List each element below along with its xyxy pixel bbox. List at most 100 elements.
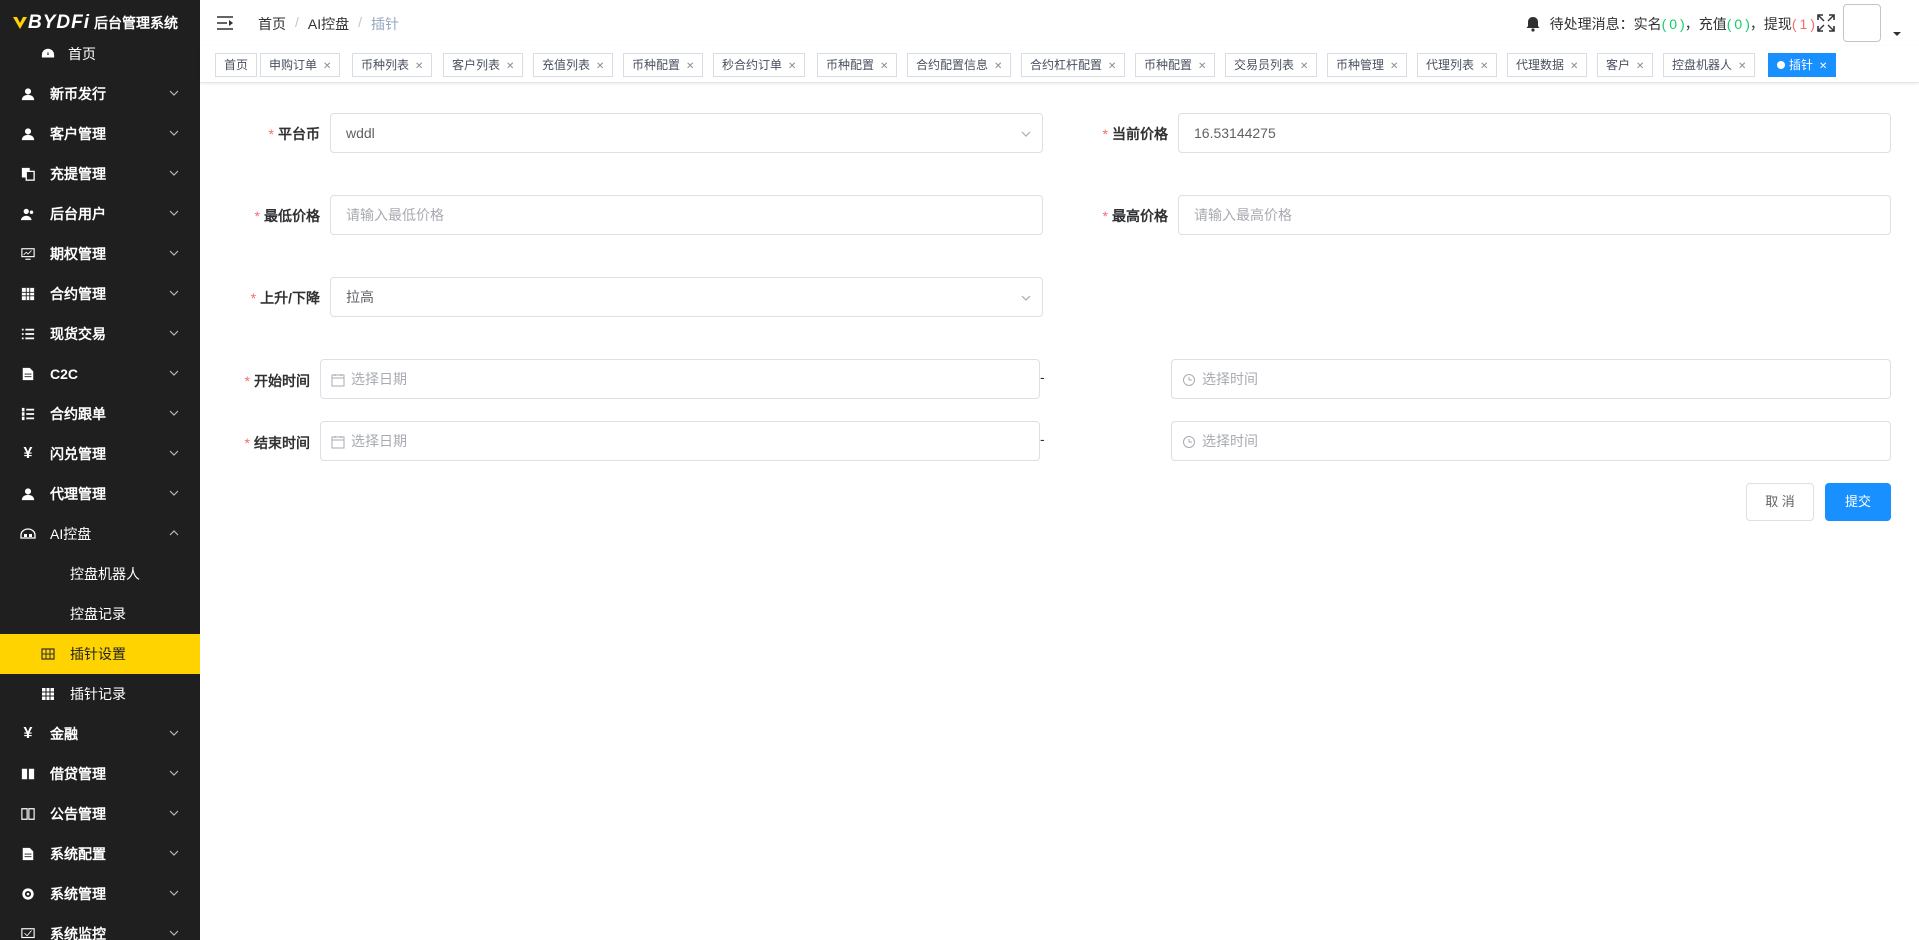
sidebar-item-system-config[interactable]: 系统配置 — [0, 834, 200, 874]
sidebar-item-label: 新币发行 — [50, 86, 106, 102]
sidebar-item-label: C2C — [50, 366, 79, 382]
close-icon[interactable]: ✕ — [1198, 61, 1206, 72]
tag-contract-leverage-config[interactable]: 合约杠杆配置 ✕ — [1021, 53, 1126, 77]
recharge-count[interactable]: 0 — [1734, 16, 1742, 32]
tag-label: 币种配置 — [1144, 58, 1193, 72]
breadcrumb-home[interactable]: 首页 — [258, 14, 286, 34]
direction-select[interactable]: 拉高 — [330, 277, 1043, 317]
chevron-down-icon — [169, 410, 179, 416]
sidebar-item-deposit-withdraw[interactable]: 充提管理 — [0, 154, 200, 194]
end-time-picker[interactable]: 选择时间 — [1171, 421, 1891, 461]
sidebar-subitem-control-robot[interactable]: 控盘机器人 — [0, 554, 200, 594]
close-icon[interactable]: ✕ — [1570, 61, 1578, 72]
sidebar-item-system-management[interactable]: 系统管理 — [0, 874, 200, 914]
close-icon[interactable]: ✕ — [1390, 61, 1398, 72]
end-date-picker[interactable]: 选择日期 — [320, 421, 1040, 461]
close-icon[interactable]: ✕ — [788, 61, 796, 72]
tag-agent-list[interactable]: 代理列表 ✕ — [1417, 53, 1498, 77]
sidebar-item-customers[interactable]: 客户管理 — [0, 114, 200, 154]
close-icon[interactable]: ✕ — [1819, 61, 1827, 72]
user-icon — [20, 86, 36, 102]
hamburger-icon[interactable] — [216, 14, 234, 32]
close-icon[interactable]: ✕ — [1480, 61, 1488, 72]
sidebar-item-label: AI控盘 — [50, 526, 92, 542]
tags-view: 首页 申购订单 ✕ 币种列表 ✕ 客户列表 ✕ 充值列表 ✕ 币种配置 ✕ 秒合约订单 ✕ … — [200, 46, 1919, 83]
submit-button[interactable]: 提交 — [1825, 483, 1891, 521]
fullscreen-icon[interactable] — [1817, 14, 1835, 32]
sidebar-item-spot[interactable]: 现货交易 — [0, 314, 200, 354]
min-price-input[interactable]: 请输入最低价格 — [330, 195, 1043, 235]
tag-coin-config[interactable]: 币种配置 ✕ — [623, 53, 704, 77]
sidebar-item-home[interactable]: 首页 — [0, 34, 200, 74]
sidebar-item-finance[interactable]: ¥ 金融 — [0, 714, 200, 754]
close-icon[interactable]: ✕ — [1738, 61, 1746, 72]
sidebar-subitem-control-records[interactable]: 控盘记录 — [0, 594, 200, 634]
platform-coin-label-text: 平台币 — [278, 126, 320, 142]
close-icon[interactable]: ✕ — [1300, 61, 1308, 72]
start-time-picker[interactable]: 选择时间 — [1171, 359, 1891, 399]
sidebar-item-label: 充提管理 — [50, 166, 106, 182]
tag-recharge-list[interactable]: 充值列表 ✕ — [533, 53, 614, 77]
tag-coin-config[interactable]: 币种配置 ✕ — [817, 53, 898, 77]
breadcrumb-separator: / — [358, 14, 363, 30]
tag-coin-list[interactable]: 币种列表 ✕ — [352, 53, 433, 77]
tag-label: 合约杠杆配置 — [1030, 58, 1103, 72]
sidebar-item-contracts[interactable]: 合约管理 — [0, 274, 200, 314]
sidebar-item-new-coin[interactable]: 新币发行 — [0, 74, 200, 114]
sidebar-item-options[interactable]: 期权管理 — [0, 234, 200, 274]
monitor-icon — [20, 246, 36, 262]
close-icon[interactable]: ✕ — [506, 61, 514, 72]
tag-coin-management[interactable]: 币种管理 ✕ — [1327, 53, 1408, 77]
sidebar-item-label: 借贷管理 — [50, 766, 106, 782]
min-price-label: * 最低价格 — [240, 206, 320, 226]
tag-control-robot[interactable]: 控盘机器人 ✕ — [1663, 53, 1756, 77]
tag-customer[interactable]: 客户 ✕ — [1597, 53, 1654, 77]
required-mark: * — [250, 290, 257, 306]
bydfi-logo-icon — [12, 15, 28, 31]
withdraw-count-paren-close: ) — [1810, 16, 1815, 32]
close-icon[interactable]: ✕ — [1636, 61, 1644, 72]
close-icon[interactable]: ✕ — [994, 61, 1002, 72]
max-price-input[interactable]: 请输入最高价格 — [1178, 195, 1891, 235]
start-date-picker[interactable]: 选择日期 — [320, 359, 1040, 399]
users-icon — [20, 206, 36, 222]
chevron-down-icon — [169, 330, 179, 336]
caret-down-icon[interactable] — [1893, 30, 1901, 38]
tag-second-contract-orders[interactable]: 秒合约订单 ✕ — [713, 53, 806, 77]
tag-subscribe-orders[interactable]: 申购订单 ✕ — [260, 53, 341, 77]
close-icon[interactable]: ✕ — [1108, 61, 1116, 72]
required-mark: * — [244, 373, 250, 389]
avatar[interactable] — [1843, 4, 1881, 42]
close-icon[interactable]: ✕ — [415, 61, 423, 72]
platform-coin-select[interactable]: wddl — [330, 113, 1043, 153]
tag-spike-active[interactable]: 插针 ✕ — [1768, 53, 1837, 77]
close-icon[interactable]: ✕ — [596, 61, 604, 72]
withdraw-count[interactable]: 1 — [1800, 16, 1808, 32]
tag-customer-list[interactable]: 客户列表 ✕ — [443, 53, 524, 77]
sidebar-item-announcements[interactable]: 公告管理 — [0, 794, 200, 834]
close-icon[interactable]: ✕ — [880, 61, 888, 72]
tag-home[interactable]: 首页 — [215, 53, 258, 77]
sidebar-item-system-monitor[interactable]: 系统监控 — [0, 914, 200, 940]
sidebar-subitem-spike-records[interactable]: 插针记录 — [0, 674, 200, 714]
sidebar-subitem-spike-settings[interactable]: 插针设置 — [0, 634, 200, 674]
cancel-button[interactable]: 取 消 — [1746, 483, 1814, 521]
sidebar-item-copy-trading[interactable]: 合约跟单 — [0, 394, 200, 434]
sidebar-item-flash-exchange[interactable]: ¥ 闪兑管理 — [0, 434, 200, 474]
sidebar-item-lending[interactable]: 借贷管理 — [0, 754, 200, 794]
tag-trader-list[interactable]: 交易员列表 ✕ — [1225, 53, 1318, 77]
tag-contract-config-info[interactable]: 合约配置信息 ✕ — [907, 53, 1012, 77]
tag-agent-data[interactable]: 代理数据 ✕ — [1507, 53, 1588, 77]
sidebar-item-agents[interactable]: 代理管理 — [0, 474, 200, 514]
close-icon[interactable]: ✕ — [686, 61, 694, 72]
tag-coin-config[interactable]: 币种配置 ✕ — [1135, 53, 1216, 77]
sidebar-item-ai-control[interactable]: AI控盘 — [0, 514, 200, 554]
sidebar-scrollbar[interactable] — [194, 0, 200, 940]
pending-messages[interactable]: 待处理消息：实名 (0) ，充值 (0) ，提现 (1) — [1525, 14, 1815, 34]
close-icon[interactable]: ✕ — [323, 61, 331, 72]
sidebar-item-admin-users[interactable]: 后台用户 — [0, 194, 200, 234]
sidebar-item-c2c[interactable]: C2C — [0, 354, 200, 394]
breadcrumb-ai-control[interactable]: AI控盘 — [308, 14, 349, 34]
realname-count[interactable]: 0 — [1669, 16, 1677, 32]
current-price-input[interactable]: 16.53144275 — [1178, 113, 1891, 153]
